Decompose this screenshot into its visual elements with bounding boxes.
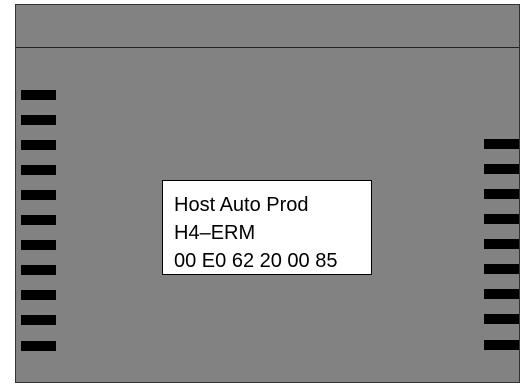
- left-pin: [21, 115, 56, 125]
- top-panel-divider: [16, 47, 519, 48]
- product-name: Host Auto Prod: [174, 194, 309, 216]
- model-number: H4–ERM: [174, 222, 256, 244]
- left-pin: [21, 290, 56, 300]
- left-pin: [21, 215, 56, 225]
- right-pin: [484, 214, 519, 224]
- right-pin: [484, 164, 519, 174]
- left-pin: [21, 140, 56, 150]
- mac-address: 00 E0 62 20 00 85: [174, 250, 338, 272]
- right-pin: [484, 314, 519, 324]
- left-pin: [21, 90, 56, 100]
- left-pin: [21, 341, 56, 351]
- right-pin: [484, 239, 519, 249]
- left-pin: [21, 240, 56, 250]
- left-pin: [21, 190, 56, 200]
- right-pin: [484, 340, 519, 350]
- left-pin: [21, 265, 56, 275]
- right-pin: [484, 289, 519, 299]
- right-pin: [484, 139, 519, 149]
- right-pin: [484, 189, 519, 199]
- device-label: Host Auto Prod H4–ERM 00 E0 62 20 00 85: [162, 180, 372, 275]
- left-pin: [21, 165, 56, 175]
- left-pin: [21, 315, 56, 325]
- right-pin: [484, 264, 519, 274]
